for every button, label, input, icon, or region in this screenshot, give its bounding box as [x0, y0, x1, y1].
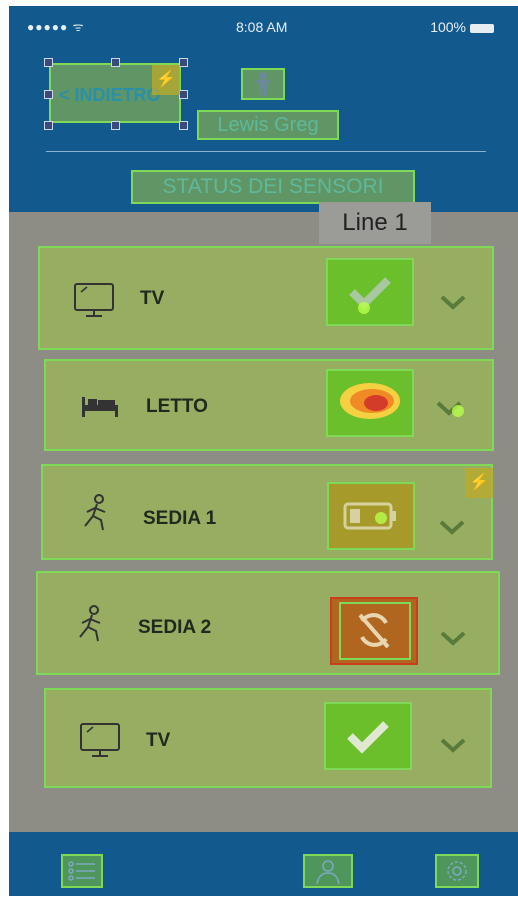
sync-off-icon — [339, 602, 411, 660]
sensor-label: TV — [140, 288, 165, 309]
battery-low-icon — [343, 502, 396, 530]
sensor-label: SEDIA 1 — [143, 508, 217, 529]
sensor-card-sedia-1[interactable]: SEDIA 1 ⚡ — [41, 464, 493, 560]
lightning-icon: ⚡ — [152, 65, 180, 95]
status-alert-indicator[interactable] — [326, 369, 414, 437]
sensor-label: TV — [146, 730, 171, 751]
check-icon — [347, 721, 389, 754]
sensor-card-sedia-2[interactable]: SEDIA 2 — [36, 571, 500, 675]
lightning-icon: ⚡ — [465, 468, 493, 498]
status-ok-indicator[interactable] — [324, 702, 412, 770]
tooltip: Line 1 — [319, 202, 431, 244]
resize-handle[interactable] — [179, 90, 188, 99]
status-sync-off-indicator[interactable] — [330, 597, 418, 665]
person-icon[interactable] — [303, 854, 353, 888]
resize-handle[interactable] — [111, 58, 120, 67]
status-ok-indicator[interactable] — [326, 258, 414, 326]
resize-handle[interactable] — [44, 58, 53, 67]
bed-icon — [82, 397, 118, 417]
sensor-label: SEDIA 2 — [138, 617, 212, 638]
alert-heatmap-icon — [340, 383, 400, 419]
section-title: STATUS DEI SENSORI — [131, 170, 415, 204]
sensor-card-tv[interactable]: TV — [44, 688, 492, 788]
tv-icon — [74, 283, 114, 317]
clock: 8:08 AM — [236, 19, 288, 35]
signal-indicator: ●●●●● ᯤ — [27, 20, 85, 34]
resize-handle[interactable] — [179, 58, 188, 67]
chevron-down-icon[interactable] — [437, 516, 467, 538]
sensor-card-tv[interactable]: TV — [38, 246, 494, 350]
running-person-icon — [84, 494, 106, 531]
resize-handle[interactable] — [44, 121, 53, 130]
bottom-tab-bar — [9, 832, 518, 896]
battery-indicator: 100% — [430, 19, 494, 35]
sensor-card-letto[interactable]: LETTO — [44, 359, 494, 451]
chevron-down-icon[interactable] — [434, 397, 464, 419]
user-icon[interactable] — [241, 68, 285, 100]
resize-handle[interactable] — [179, 121, 188, 130]
user-name: Lewis Greg — [197, 110, 339, 140]
battery-icon — [470, 23, 494, 33]
resize-handle[interactable] — [111, 121, 120, 130]
chevron-down-icon[interactable] — [438, 291, 468, 313]
status-bar: ●●●●● ᯤ 8:08 AM 100% — [9, 6, 518, 42]
status-battery-indicator[interactable] — [327, 482, 415, 550]
running-person-icon — [79, 605, 101, 642]
list-icon[interactable] — [61, 854, 103, 888]
tv-icon — [80, 723, 120, 757]
chevron-down-icon[interactable] — [438, 734, 468, 756]
phone-screen: ●●●●● ᯤ 8:08 AM 100% < INDIETRO ⚡ Lewis … — [9, 6, 518, 896]
chevron-down-icon[interactable] — [438, 627, 468, 649]
check-icon — [349, 277, 391, 314]
header-divider — [46, 151, 486, 152]
resize-handle[interactable] — [44, 90, 53, 99]
sensor-label: LETTO — [146, 396, 208, 417]
app-header: ●●●●● ᯤ 8:08 AM 100% < INDIETRO ⚡ Lewis … — [9, 6, 518, 212]
battery-percent: 100% — [430, 19, 466, 35]
settings-gear-icon[interactable] — [435, 854, 479, 888]
back-button-label: < INDIETRO — [59, 85, 161, 105]
